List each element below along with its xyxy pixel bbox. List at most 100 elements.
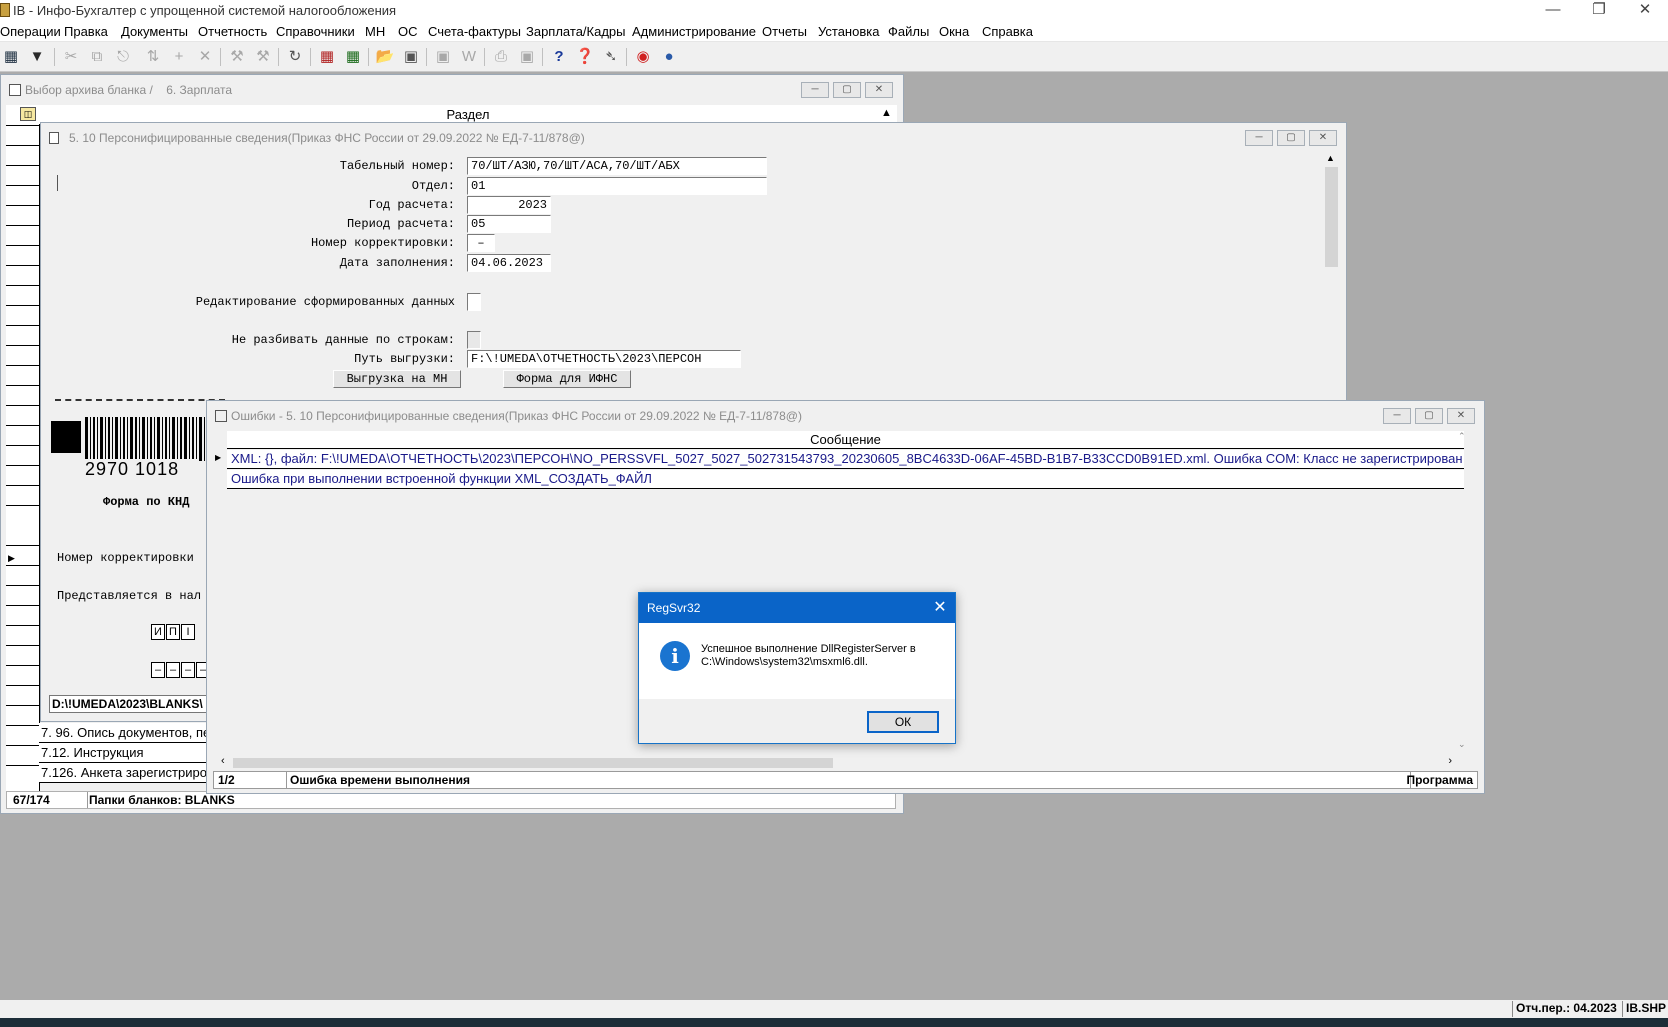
app-icon <box>0 3 10 17</box>
minimize-button[interactable]: ─ <box>1383 408 1411 424</box>
scroll-thumb[interactable] <box>1325 167 1338 267</box>
menu-references[interactable]: Справочники <box>276 24 355 39</box>
menu-salary[interactable]: Зарплата/Кадры <box>526 24 626 39</box>
maximize-button[interactable]: ▢ <box>833 82 861 98</box>
scroll-down-icon[interactable]: ⌄ <box>1458 739 1466 750</box>
restore-icon[interactable]: ❐ <box>1576 0 1622 22</box>
menu-invoices[interactable]: Счета-фактуры <box>428 24 521 39</box>
paste-icon[interactable]: ⎋ <box>112 46 134 68</box>
menu-edit[interactable]: Правка <box>64 24 108 39</box>
navigator-icon[interactable]: ➴ <box>600 46 622 68</box>
export-icon[interactable]: ▣ <box>432 46 454 68</box>
menu-reports[interactable]: Отчеты <box>762 24 807 39</box>
barcode-block <box>51 421 81 453</box>
scroll-up-icon[interactable]: ▲ <box>1326 153 1335 163</box>
save-icon[interactable]: ▣ <box>400 46 422 68</box>
scroll-up-icon[interactable]: ▲ <box>881 107 892 119</box>
maximize-button[interactable]: ▢ <box>1277 130 1305 146</box>
department-field[interactable]: 01 <box>467 177 767 195</box>
scroll-right-icon[interactable]: › <box>1448 755 1452 767</box>
list-item[interactable]: 7.126. Анкета зарегистриров <box>39 763 209 783</box>
table-row[interactable]: XML: {}, файл: F:\!UMEDA\ОТЧЕТНОСТЬ\2023… <box>227 450 1464 469</box>
scroll-thumb[interactable] <box>233 758 833 768</box>
message-column-header[interactable]: Сообщение <box>227 431 1464 449</box>
close-button[interactable]: ✕ <box>1309 130 1337 146</box>
table-row[interactable]: Ошибка при выполнении встроенной функции… <box>227 470 1464 489</box>
filter-icon[interactable]: ▼ <box>26 46 48 68</box>
scroll-up-icon[interactable]: ⌃ <box>1458 431 1466 442</box>
toolbar: ▦ ▼ ✂ ⧉ ⎋ ⇅ + ✕ ⚒ ⚒ ↻ ▦ ▦ 📂 ▣ ▣ W ⎙ ▣ ? … <box>0 42 1668 72</box>
edit-generated-label: Редактирование сформированных данных <box>195 295 455 309</box>
grid-icon[interactable]: ▦ <box>0 46 22 68</box>
refresh-icon[interactable]: ↻ <box>284 46 306 68</box>
lifebuoy-icon[interactable]: ◉ <box>632 46 654 68</box>
export-path-field[interactable]: F:\!UMEDA\ОТЧЕТНОСТЬ\2023\ПЕРСОН <box>467 350 741 368</box>
open-folder-icon[interactable]: 📂 <box>374 46 396 68</box>
export-path-label: Путь выгрузки: <box>354 352 455 366</box>
period-label: Период расчета: <box>346 217 455 231</box>
archive-title: Выбор архива бланка / <box>25 83 153 97</box>
copy-icon[interactable]: ⧉ <box>86 46 108 68</box>
close-icon[interactable]: ✕ <box>1622 0 1668 22</box>
sort-icon[interactable]: ⇅ <box>142 46 164 68</box>
close-button[interactable]: ✕ <box>865 82 893 98</box>
menu-reporting[interactable]: Отчетность <box>198 24 267 39</box>
fill-date-field[interactable]: 04.06.2023 <box>467 254 551 272</box>
submitted-to-text: Представляется в нал <box>57 589 202 603</box>
folder-icon[interactable]: ◫ <box>20 107 36 121</box>
menu-files[interactable]: Файлы <box>888 24 929 39</box>
no-split-checkbox[interactable] <box>467 331 481 349</box>
archive-titlebar: Выбор архива бланка / 6. Зарплата ─ ▢ ✕ <box>1 75 903 105</box>
dialog-close-icon[interactable]: ✕ <box>925 593 955 623</box>
calculator-icon[interactable]: ▦ <box>342 46 364 68</box>
minimize-icon[interactable]: — <box>1530 0 1576 22</box>
preview-icon[interactable]: ▣ <box>516 46 538 68</box>
menu-admin[interactable]: Администрирование <box>632 24 756 39</box>
report-icon[interactable]: ▦ <box>316 46 338 68</box>
menu-help[interactable]: Справка <box>982 24 1033 39</box>
no-split-label: Не разбивать данные по строкам: <box>231 333 455 347</box>
export-mn-button[interactable]: Выгрузка на МН <box>333 370 461 388</box>
cut-icon[interactable]: ✂ <box>60 46 82 68</box>
menu-documents[interactable]: Документы <box>121 24 188 39</box>
columns-icon <box>215 410 227 422</box>
horizontal-scrollbar[interactable]: ‹ › <box>221 755 1458 771</box>
context-help-icon[interactable]: ❓ <box>574 46 596 68</box>
delete-icon[interactable]: ✕ <box>194 46 216 68</box>
tab-number-label: Табельный номер: <box>339 159 455 173</box>
list-item[interactable]: 7. 96. Опись документов, пе <box>39 723 209 743</box>
ok-button[interactable]: ОК <box>867 711 939 733</box>
menu-bar: Операции Правка Документы Отчетность Спр… <box>0 22 1668 42</box>
tab-number-field[interactable]: 70/ШТ/АЗЮ,70/ШТ/АСА,70/ШТ/АБХ <box>467 157 767 175</box>
tools-icon[interactable]: ⚒ <box>226 46 248 68</box>
department-label: Отдел: <box>411 179 455 193</box>
close-button[interactable]: ✕ <box>1447 408 1475 424</box>
period-field[interactable]: 05 <box>467 215 551 233</box>
year-field[interactable]: 2023 <box>467 196 551 214</box>
menu-os[interactable]: ОС <box>398 24 418 39</box>
menu-operations[interactable]: Операции <box>0 24 61 39</box>
maximize-button[interactable]: ▢ <box>1415 408 1443 424</box>
list-item[interactable]: 7.12. Инструкция <box>39 743 209 763</box>
add-icon[interactable]: + <box>168 46 190 68</box>
ifns-form-button[interactable]: Форма для ИФНС <box>503 370 631 388</box>
word-icon[interactable]: W <box>458 46 480 68</box>
help-icon[interactable]: ? <box>548 46 570 68</box>
minimize-button[interactable]: ─ <box>1245 130 1273 146</box>
windows-taskbar <box>0 1018 1668 1027</box>
edit-generated-checkbox[interactable] <box>467 293 481 311</box>
correction-number-text: Номер корректировки <box>57 551 194 565</box>
print-icon[interactable]: ⎙ <box>490 46 512 68</box>
row-pointer-icon: ▶ <box>8 553 15 563</box>
globe-icon[interactable]: ● <box>658 46 680 68</box>
row-pointer-icon: ▶ <box>215 453 222 462</box>
menu-mn[interactable]: МН <box>365 24 385 39</box>
minimize-button[interactable]: ─ <box>801 82 829 98</box>
fill-date-label: Дата заполнения: <box>339 256 455 270</box>
correction-field[interactable]: – <box>467 234 495 252</box>
menu-setup[interactable]: Установка <box>818 24 879 39</box>
scroll-left-icon[interactable]: ‹ <box>221 755 225 767</box>
menu-windows[interactable]: Окна <box>939 24 969 39</box>
tools2-icon[interactable]: ⚒ <box>252 46 274 68</box>
errors-statusbar: 1/2 Ошибка времени выполнения Программа <box>213 771 1478 789</box>
